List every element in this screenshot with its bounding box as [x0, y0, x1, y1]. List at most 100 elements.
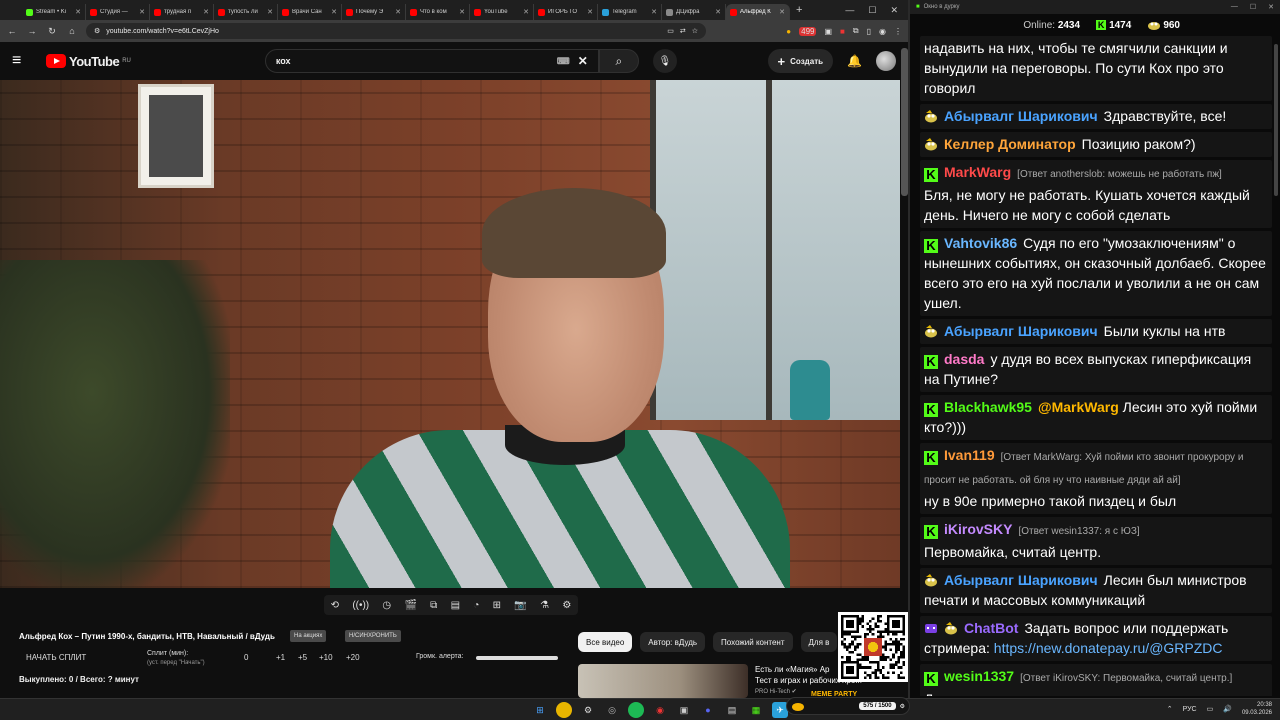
chat-username[interactable]: iKirovSKY	[944, 521, 1012, 537]
chrome-icon[interactable]	[556, 702, 572, 718]
sidebar-icon[interactable]: ▯	[867, 27, 871, 36]
chat-username[interactable]: Blackhawk95	[944, 399, 1032, 415]
chat-scrollbar[interactable]	[1274, 44, 1278, 196]
stock-pill[interactable]: На акциях	[290, 630, 327, 642]
chat-username[interactable]: Ivan119	[944, 447, 995, 463]
volume-icon[interactable]: 🔊	[1223, 705, 1232, 713]
chat-username[interactable]: wesin1337	[944, 668, 1014, 684]
split-plus-1-button[interactable]: +1	[276, 653, 285, 662]
cinema-mode-icon[interactable]: ▤	[451, 600, 460, 611]
chat-username[interactable]: MarkWarg	[944, 164, 1011, 180]
filter-chip[interactable]: Все видео	[578, 632, 633, 652]
tab-close-icon[interactable]: ✕	[587, 8, 593, 16]
sync-pill[interactable]: Н/СИНХРОНИТЬ	[345, 630, 401, 642]
start-split-button[interactable]: НАЧАТЬ СПЛИТ	[26, 653, 86, 662]
filter-chip[interactable]: Для в	[800, 632, 838, 652]
chat-close-icon[interactable]: ✕	[1268, 3, 1274, 11]
browser-tab[interactable]: Telegram ✕	[598, 4, 662, 20]
recommendation-thumbnail[interactable]	[578, 664, 748, 698]
translate-icon[interactable]: ⇄	[680, 27, 686, 35]
spotify-icon[interactable]	[628, 702, 644, 718]
steam-icon[interactable]: ◎	[604, 702, 620, 718]
search-input[interactable]: кох ⌨ ✕	[264, 49, 599, 73]
tab-close-icon[interactable]: ✕	[331, 8, 337, 16]
settings-gear-icon[interactable]: ⚙	[562, 600, 571, 611]
app-icon-2[interactable]: ▤	[724, 702, 740, 718]
back-icon[interactable]: ←	[6, 26, 18, 36]
browser-tab[interactable]: Stream • Ki ✕	[22, 4, 86, 20]
filter-chip[interactable]: Похожий контент	[713, 632, 793, 652]
chat-link[interactable]: https://new.donatepay.ru/@GRPZDC	[994, 640, 1223, 656]
new-tab-button[interactable]: +	[796, 4, 802, 16]
tab-close-icon[interactable]: ✕	[75, 8, 81, 16]
keyboard-icon[interactable]: ⌨	[557, 56, 570, 67]
tab-close-icon[interactable]: ✕	[267, 8, 273, 16]
split-plus-5-button[interactable]: +5	[298, 653, 307, 662]
browser-tab[interactable]: Альфред К ✕	[726, 4, 790, 20]
folder-icon[interactable]: ⚙	[580, 702, 596, 718]
tab-close-icon[interactable]: ✕	[139, 8, 145, 16]
chat-username[interactable]: Абырвалг Шарикович	[944, 572, 1098, 588]
extensions-puzzle-icon[interactable]: ⧉	[853, 26, 859, 36]
reload-icon[interactable]: ↻	[46, 26, 58, 37]
tab-close-icon[interactable]: ✕	[395, 8, 401, 16]
tab-close-icon[interactable]: ✕	[651, 8, 657, 16]
chat-username[interactable]: Vahtovik86	[944, 235, 1017, 251]
browser-menu-icon[interactable]: ⋮	[894, 27, 902, 36]
tray-chevron-icon[interactable]: ⌃	[1167, 705, 1173, 713]
chat-maximize-icon[interactable]: ☐	[1250, 3, 1256, 11]
tab-close-icon[interactable]: ✕	[523, 8, 529, 16]
profile-icon[interactable]: ◉	[879, 27, 886, 36]
language-indicator[interactable]: РУС	[1183, 706, 1197, 713]
discord-icon[interactable]: ●	[700, 702, 716, 718]
forward-icon[interactable]: →	[26, 26, 38, 36]
kick-app-icon[interactable]: ▦	[748, 702, 764, 718]
watch-later-icon[interactable]: ◷	[382, 600, 391, 611]
speed-icon[interactable]: ◔	[473, 600, 479, 611]
tab-close-icon[interactable]: ✕	[459, 8, 465, 16]
tab-close-icon[interactable]: ✕	[203, 8, 209, 16]
tab-close-icon[interactable]: ✕	[779, 8, 785, 16]
address-bar[interactable]: ⚙ youtube.com/watch?v=e6tLCevZjHo ▭ ⇄ ☆	[86, 23, 706, 39]
screenshot-camera-icon[interactable]: 📷	[514, 600, 526, 611]
meme-party-settings-icon[interactable]: ⚙	[900, 703, 905, 710]
youtube-logo[interactable]: YouTube RU	[46, 54, 131, 69]
menu-icon[interactable]: ≡	[12, 52, 32, 70]
add-box-icon[interactable]: ⊞	[493, 600, 501, 611]
clock[interactable]: 20:38 09.03.2026	[1242, 701, 1272, 717]
tab-close-icon[interactable]: ✕	[715, 8, 721, 16]
broadcast-icon[interactable]: ((•))	[352, 600, 369, 611]
chat-username[interactable]: Абырвалг Шарикович	[944, 108, 1098, 124]
browser-tab[interactable]: Почему Э ✕	[342, 4, 406, 20]
voice-search-button[interactable]: 🎙	[652, 49, 677, 73]
extension-icon[interactable]: ▣	[824, 27, 832, 36]
browser-tab[interactable]: трудная п ✕	[150, 4, 214, 20]
video-player[interactable]	[0, 80, 900, 588]
clear-search-icon[interactable]: ✕	[578, 54, 588, 68]
maximize-icon[interactable]: ☐	[868, 5, 876, 16]
chat-username[interactable]: dasda	[944, 351, 984, 367]
browser-tab[interactable]: Врачи Сан ✕	[278, 4, 342, 20]
chat-mention[interactable]: @MarkWarg	[1038, 399, 1119, 415]
browser-tab[interactable]: ДЦифра ✕	[662, 4, 726, 20]
split-plus-10-button[interactable]: +10	[319, 653, 333, 662]
split-plus-20-button[interactable]: +20	[346, 653, 360, 662]
create-button[interactable]: + Создать	[767, 49, 834, 73]
extension-red-icon[interactable]: ■	[840, 27, 845, 36]
split-value-0[interactable]: 0	[244, 653, 248, 662]
chat-minimize-icon[interactable]: —	[1231, 3, 1238, 11]
windows-start-icon[interactable]: ⊞	[532, 702, 548, 718]
home-icon[interactable]: ⌂	[66, 26, 78, 36]
chat-username[interactable]: ChatBot	[964, 620, 1018, 636]
loop-icon[interactable]: ⟲	[331, 600, 339, 611]
clapper-icon[interactable]: 🎬	[404, 600, 416, 611]
flask-icon[interactable]: ⚗	[540, 600, 549, 611]
picture-in-picture-icon[interactable]: ⧉	[430, 600, 437, 611]
browser-tab[interactable]: YouTube ✕	[470, 4, 534, 20]
app-icon[interactable]: ▣	[676, 702, 692, 718]
network-icon[interactable]: ▭	[1207, 705, 1214, 713]
chat-username[interactable]: Келлер Доминатор	[944, 136, 1076, 152]
notifications-bell-icon[interactable]: 🔔	[847, 54, 862, 68]
search-button[interactable]: ⌕	[598, 49, 639, 73]
minimize-icon[interactable]: —	[845, 5, 854, 16]
